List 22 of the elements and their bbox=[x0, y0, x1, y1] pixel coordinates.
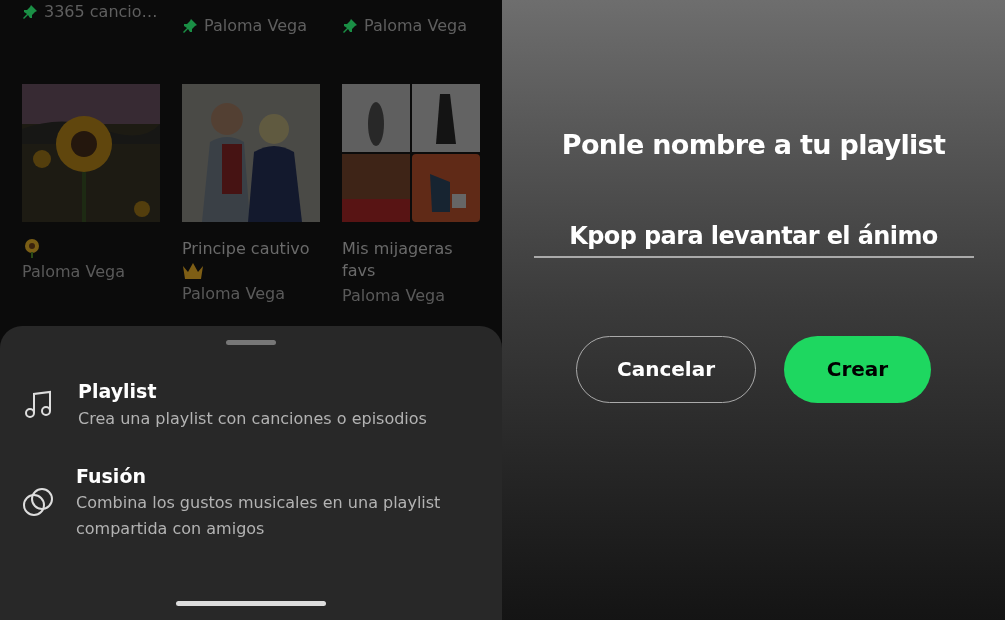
playlist-title: Principe cautivo bbox=[182, 238, 311, 260]
option-description: Crea una playlist con canciones o episodios bbox=[78, 407, 427, 430]
option-description: Combina los gustos musicales en una playlist compartida con amigos bbox=[76, 492, 442, 540]
option-title: Fusión bbox=[76, 463, 147, 489]
music-note-icon bbox=[24, 389, 54, 420]
playlist-subtitle: Paloma Vega bbox=[364, 15, 467, 37]
playlist-owner: Paloma Vega bbox=[182, 283, 286, 305]
option-title: Playlist bbox=[78, 379, 158, 404]
dialog-title: Ponle nombre a tu playlist bbox=[561, 128, 946, 162]
playlist-title: Mis mijageras favs bbox=[342, 238, 454, 282]
playlist-owner: Paloma Vega bbox=[22, 261, 126, 283]
name-input-field[interactable]: Kpop para levantar el ánimo bbox=[533, 217, 974, 258]
sunflower-icon bbox=[22, 238, 42, 258]
create-button[interactable]: Crear bbox=[784, 335, 931, 403]
playlist-owner: Paloma Vega bbox=[342, 285, 446, 307]
sheet-option[interactable]: Fusión Combina los gustos musicales en una playlist compartida con amigos bbox=[22, 461, 480, 542]
playlist-subtitle: Paloma Vega bbox=[204, 15, 307, 37]
crown-icon bbox=[182, 262, 204, 280]
sheet-option[interactable]: Playlist Crea una playlist con canciones o episodios bbox=[22, 377, 480, 432]
blend-icon bbox=[22, 485, 54, 518]
playlist-subtitle: 3365 cancio… bbox=[44, 1, 158, 23]
drag-handle[interactable] bbox=[226, 340, 276, 345]
